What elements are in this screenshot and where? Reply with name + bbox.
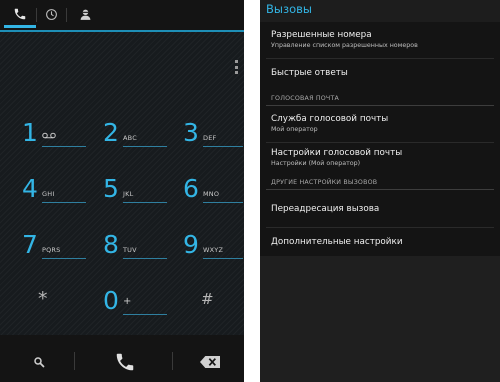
dialpad-key-star[interactable]: * [22,286,92,342]
dialpad-key-5[interactable]: 5 JKL [103,174,173,230]
dialer-tab-bar [0,0,244,30]
key-digit: 6 [183,174,199,203]
divider [266,58,494,59]
setting-summary: Настройки (Мой оператор) [271,160,361,167]
key-letters: GHI [42,190,55,198]
dialer-screen: 1 2 ABC 3 DEF 4 GHI 5 JKL 6 MNO 7 PQRS 8… [0,0,244,382]
dialed-number-field[interactable] [0,32,244,96]
key-underline [203,146,243,147]
key-underline [123,202,167,203]
voicemail-icon [42,132,56,141]
dialpad-key-1[interactable]: 1 [22,118,92,174]
tab-divider [66,8,67,22]
setting-fixed-dialing[interactable]: Разрешенные номера Управление списком ра… [271,30,418,49]
phone-icon [14,8,26,20]
key-digit: 2 [103,118,119,147]
key-underline [203,202,243,203]
overflow-menu-icon[interactable] [234,60,238,74]
key-digit: 3 [183,118,199,147]
dialpad-key-8[interactable]: 8 TUV [103,230,173,286]
divider [266,142,494,143]
setting-voicemail-service[interactable]: Служба голосовой почты Мой оператор [271,114,388,133]
key-digit: 9 [183,230,199,259]
page-title: Вызовы [266,2,312,16]
setting-call-forwarding[interactable]: Переадресация вызова [271,204,379,214]
key-letters: JKL [123,190,134,198]
backspace-button[interactable] [196,350,224,374]
key-underline [123,314,167,315]
key-underline [123,146,167,147]
dialpad-key-2[interactable]: 2 ABC [103,118,173,174]
setting-additional[interactable]: Дополнительные настройки [271,237,403,247]
search-icon [34,357,45,368]
action-divider [74,352,75,370]
active-tab-indicator [4,25,36,28]
key-underline [123,258,167,259]
action-divider [172,352,173,370]
key-digit: 4 [22,174,38,203]
setting-title: Дополнительные настройки [271,237,403,247]
tab-phone[interactable] [4,0,36,28]
key-digit: * [38,288,48,310]
key-letters: WXYZ [203,246,224,254]
section-other-settings: ДРУГИЕ НАСТРОЙКИ ВЫЗОВОВ [271,179,378,186]
tab-contacts[interactable] [72,0,98,28]
setting-title: Настройки голосовой почты [271,148,403,158]
setting-title: Разрешенные номера [271,30,372,40]
call-icon [116,353,134,371]
key-digit: 8 [103,230,119,259]
dialpad-key-3[interactable]: 3 DEF [183,118,244,174]
contacts-icon [80,9,90,20]
dialpad-key-pound[interactable]: # [183,286,244,342]
section-voicemail: ГОЛОСОВАЯ ПОЧТА [271,95,340,102]
setting-title: Переадресация вызова [271,204,380,214]
key-letters: + [123,296,132,307]
key-digit: 0 [103,286,119,315]
key-letters: PQRS [42,246,61,254]
key-digit: 1 [22,118,38,147]
tab-divider [36,8,37,22]
settings-header: Вызовы [260,0,500,22]
screenshot-gap [244,0,260,382]
tab-recent[interactable] [38,0,64,28]
key-letters: MNO [203,190,220,198]
setting-quick-responses[interactable]: Быстрые ответы [271,68,348,78]
call-settings-screen: Вызовы Разрешенные номера Управление спи… [260,0,500,382]
setting-title: Служба голосовой почты [271,114,389,124]
search-button[interactable] [26,350,52,374]
key-digit: 7 [22,230,38,259]
setting-voicemail-settings[interactable]: Настройки голосовой почты Настройки (Мой… [271,148,402,167]
settings-lower-area [260,256,500,382]
section-divider [266,105,494,106]
key-digit: # [201,290,214,308]
dialpad-key-9[interactable]: 9 WXYZ [183,230,244,286]
section-divider [266,189,494,190]
clock-icon [45,8,57,20]
setting-summary: Управление списком разрешенных номеров [271,42,418,49]
call-button[interactable] [108,347,142,377]
key-underline [42,202,86,203]
dialpad-key-6[interactable]: 6 MNO [183,174,244,230]
setting-summary: Мой оператор [271,126,318,133]
key-underline [42,258,86,259]
dialpad-key-7[interactable]: 7 PQRS [22,230,92,286]
key-letters: DEF [203,134,217,142]
backspace-icon [200,356,220,368]
key-underline [42,146,86,147]
key-letters: TUV [123,246,137,254]
key-digit: 5 [103,174,119,203]
key-underline [203,258,243,259]
key-letters: ABC [123,134,137,142]
divider [266,227,494,228]
dialpad-key-0[interactable]: 0 + [103,286,173,342]
setting-title: Быстрые ответы [271,68,348,78]
dialpad-key-4[interactable]: 4 GHI [22,174,92,230]
